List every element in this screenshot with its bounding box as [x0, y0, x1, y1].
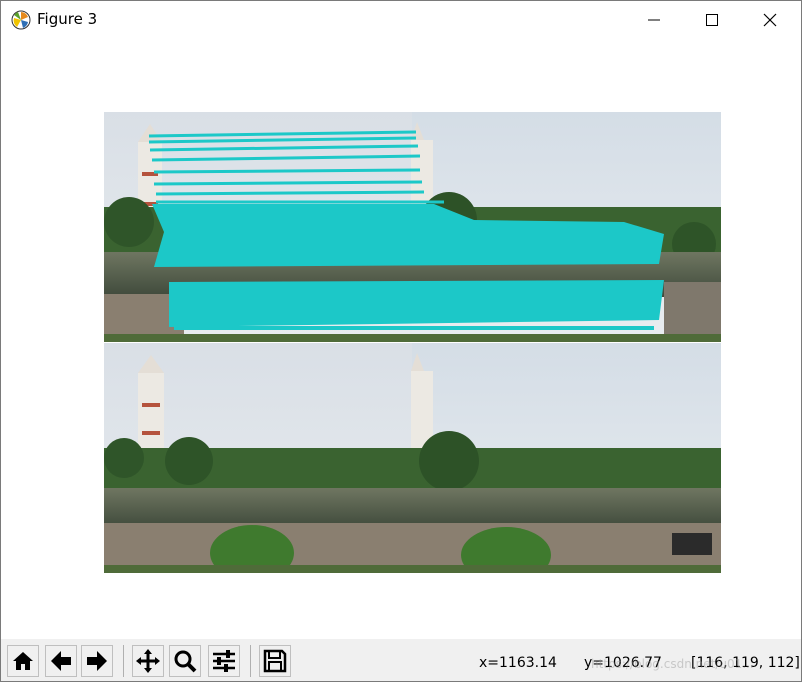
stitched-image-plot [104, 112, 721, 573]
home-icon [13, 652, 33, 670]
floppy-icon [263, 649, 287, 673]
forward-button[interactable] [81, 645, 113, 677]
toolbar-separator [250, 645, 251, 677]
top-image-pair [104, 112, 721, 342]
zoom-button[interactable] [169, 645, 201, 677]
window-title: Figure 3 [37, 10, 98, 28]
save-button[interactable] [259, 645, 291, 677]
arrow-left-icon [51, 651, 71, 671]
close-icon [763, 13, 777, 27]
arrow-right-icon [87, 651, 107, 671]
minimize-icon [648, 19, 660, 21]
maximize-icon [706, 14, 718, 26]
toolbar-separator [123, 645, 124, 677]
navigation-toolbar: x=1163.14 y=1026.77 [116, 119, 112] http… [1, 639, 801, 681]
home-button[interactable] [7, 645, 39, 677]
figure-canvas[interactable] [1, 39, 801, 639]
figure-window: Figure 3 x=1163.14 y=1026.77 [116, 119, … [0, 0, 802, 682]
move-icon [136, 649, 160, 673]
back-button[interactable] [45, 645, 77, 677]
cursor-x-readout: x=1163.14 [479, 655, 557, 671]
sliders-icon [213, 650, 235, 672]
maximize-button[interactable] [689, 1, 735, 39]
close-button[interactable] [747, 1, 793, 39]
matplotlib-icon [11, 10, 31, 30]
minimize-button[interactable] [631, 1, 677, 39]
bottom-image-pair [104, 343, 721, 573]
watermark-text: https://blog.csdn.net/u01... [591, 657, 754, 671]
pan-button[interactable] [132, 645, 164, 677]
title-bar: Figure 3 [1, 1, 801, 39]
subplots-button[interactable] [208, 645, 240, 677]
magnifier-icon [174, 650, 197, 673]
